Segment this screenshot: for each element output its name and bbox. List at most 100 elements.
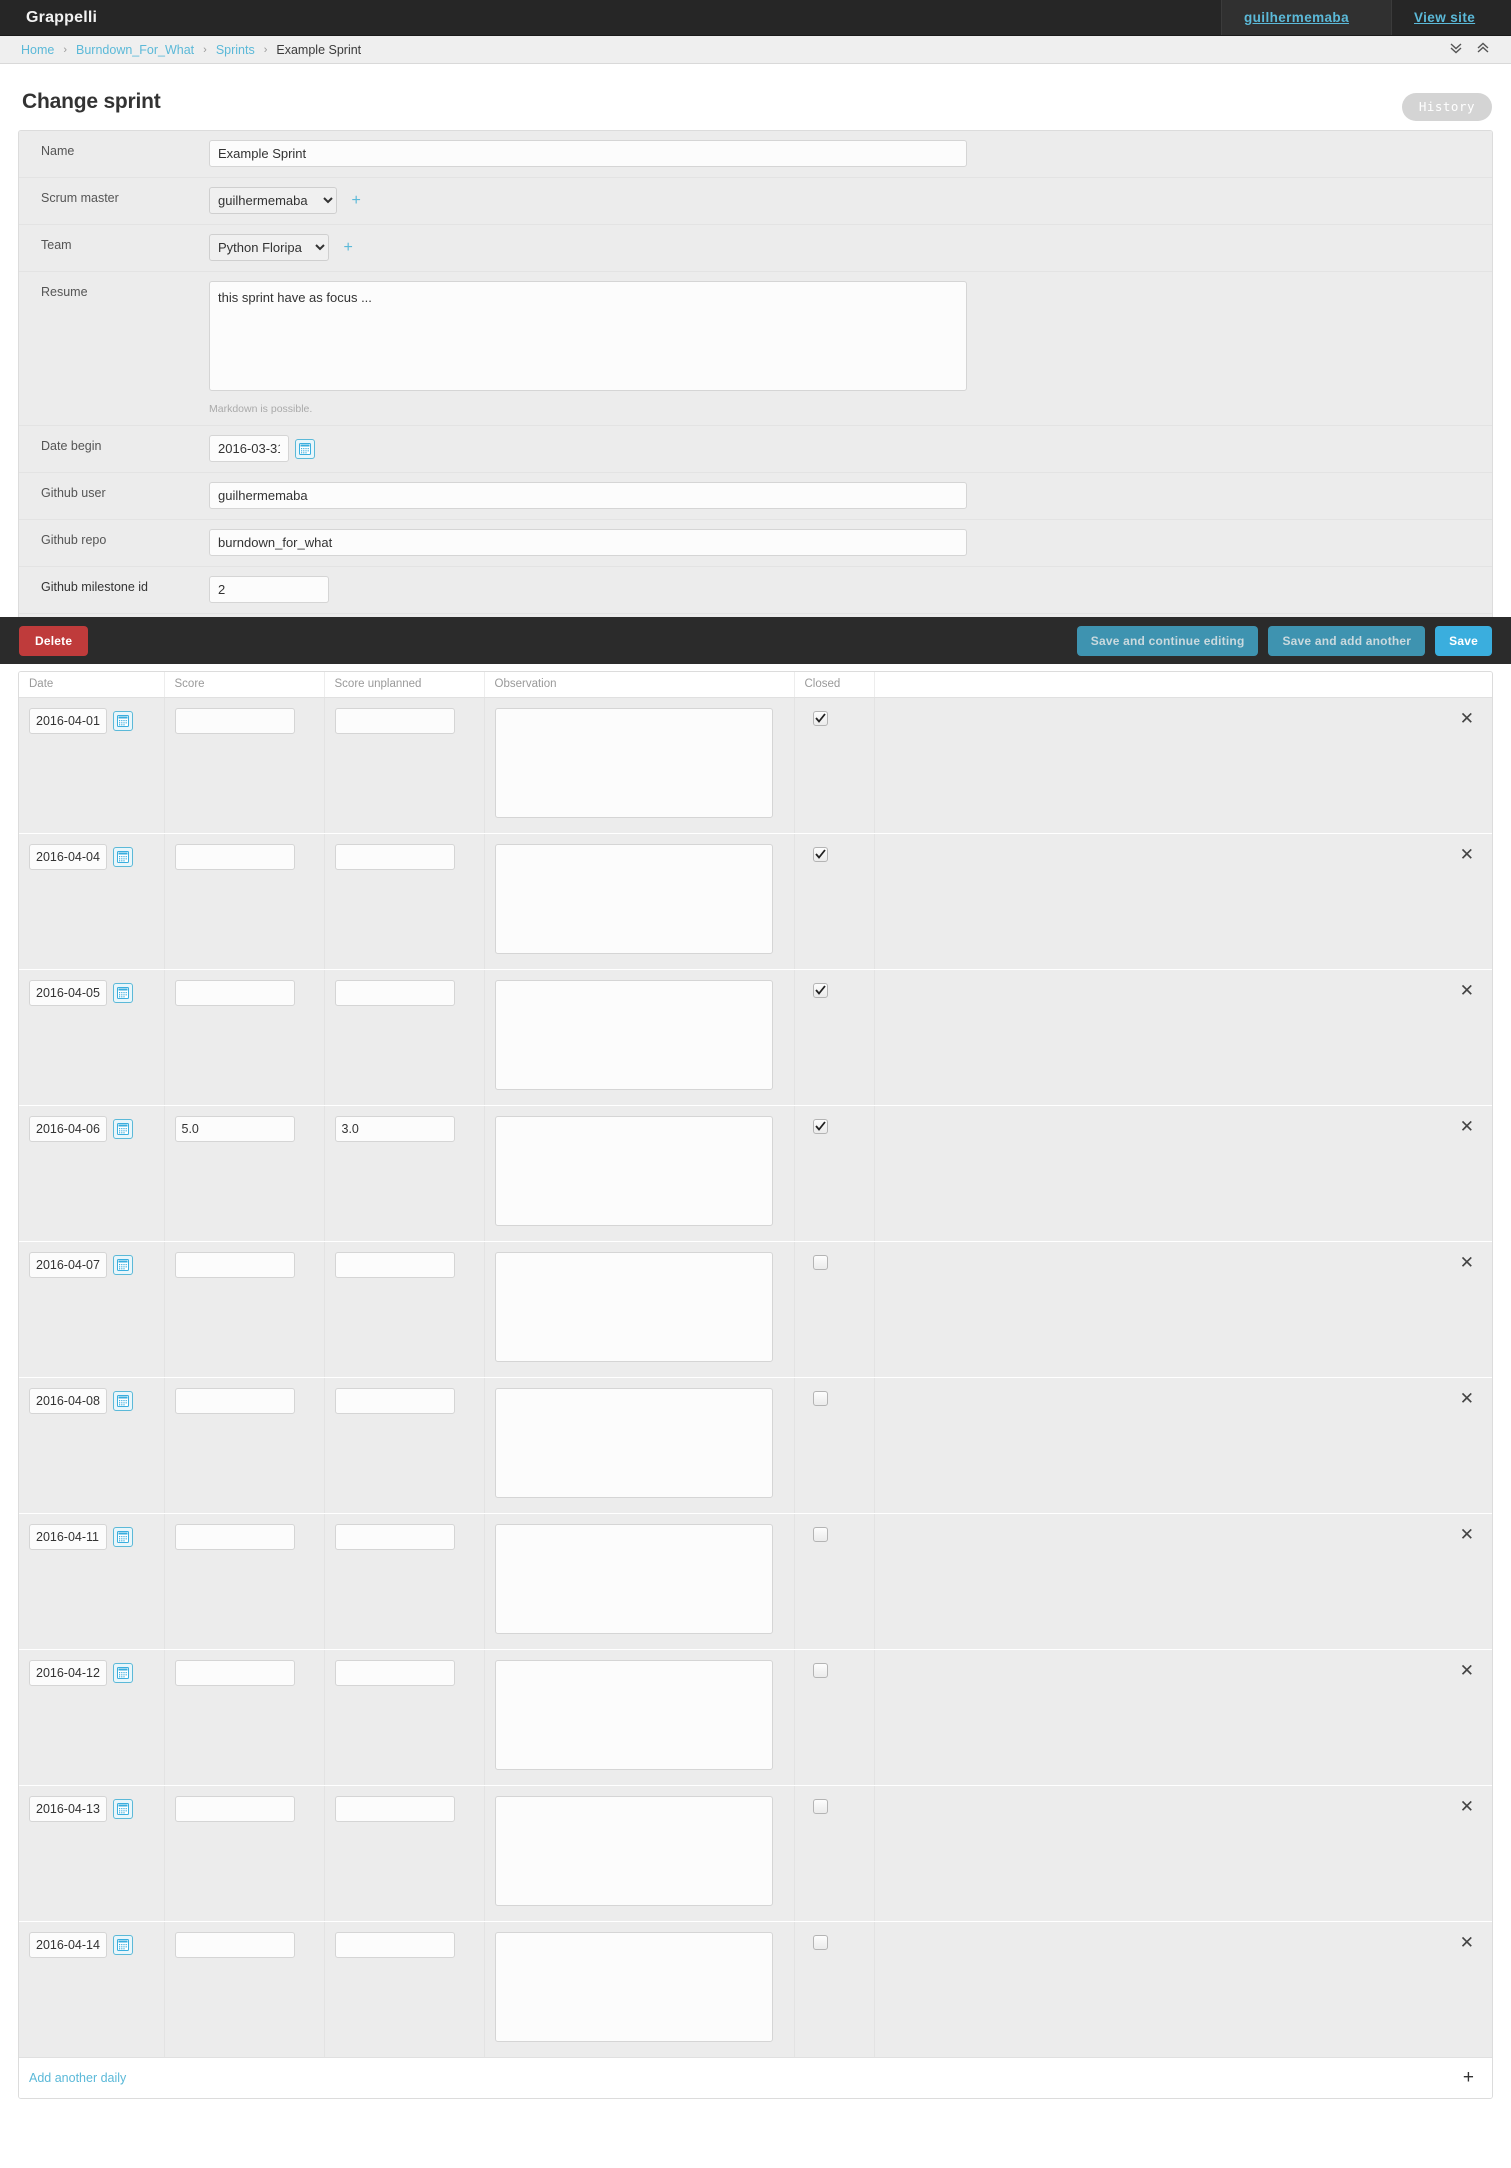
row-score-unplanned-input[interactable]	[334, 1524, 455, 1550]
close-icon[interactable]: ✕	[1460, 1934, 1474, 1951]
add-another-daily-link[interactable]: Add another daily	[29, 2071, 126, 2085]
calendar-icon[interactable]	[295, 438, 315, 459]
row-date-input[interactable]	[29, 708, 107, 734]
row-date-input[interactable]	[29, 1796, 107, 1822]
row-score-input[interactable]	[174, 980, 295, 1006]
chevron-double-down-icon[interactable]	[1449, 41, 1463, 58]
row-date-input[interactable]	[29, 1524, 107, 1550]
close-icon[interactable]: ✕	[1460, 846, 1474, 863]
history-button[interactable]: History	[1401, 93, 1492, 121]
row-score-input[interactable]	[174, 1388, 295, 1414]
row-observation-textarea[interactable]	[494, 980, 773, 1090]
breadcrumb-item-app[interactable]: Burndown_For_What	[76, 43, 194, 57]
row-date-input[interactable]	[29, 1252, 107, 1278]
date-begin-group	[209, 435, 315, 462]
row-score-unplanned-input[interactable]	[334, 1932, 455, 1958]
row-score-unplanned-input[interactable]	[334, 1116, 455, 1142]
close-icon[interactable]: ✕	[1460, 1254, 1474, 1271]
row-score-unplanned-input[interactable]	[334, 1388, 455, 1414]
close-icon[interactable]: ✕	[1460, 710, 1474, 727]
row-closed-checkbox[interactable]	[812, 1255, 828, 1270]
calendar-icon[interactable]	[113, 1255, 133, 1275]
row-score-unplanned-input[interactable]	[334, 844, 455, 870]
save-and-continue-button[interactable]: Save and continue editing	[1076, 625, 1259, 656]
cell-score-unplanned	[324, 1921, 485, 2057]
add-scrum-master-link[interactable]: +	[351, 192, 360, 209]
row-closed-checkbox[interactable]	[812, 711, 828, 726]
row-date-input[interactable]	[29, 1116, 107, 1142]
close-icon[interactable]: ✕	[1460, 1526, 1474, 1543]
row-score-unplanned-input[interactable]	[334, 1796, 455, 1822]
row-score-input[interactable]	[174, 844, 295, 870]
calendar-icon[interactable]	[113, 1935, 133, 1955]
calendar-icon[interactable]	[113, 1663, 133, 1683]
calendar-icon[interactable]	[113, 983, 133, 1003]
close-icon[interactable]: ✕	[1460, 982, 1474, 999]
row-observation-textarea[interactable]	[494, 1252, 773, 1362]
resume-textarea[interactable]: this sprint have as focus ...	[209, 281, 967, 391]
row-score-input[interactable]	[174, 708, 295, 734]
scrum-master-select[interactable]: guilhermemaba	[209, 187, 337, 214]
row-closed-checkbox[interactable]	[812, 983, 828, 998]
row-observation-textarea[interactable]	[494, 1388, 773, 1498]
save-and-add-another-button[interactable]: Save and add another	[1268, 625, 1426, 656]
row-observation-textarea[interactable]	[494, 1524, 773, 1634]
row-score-input[interactable]	[174, 1524, 295, 1550]
row-score-unplanned-input[interactable]	[334, 708, 455, 734]
row-date-input[interactable]	[29, 980, 107, 1006]
close-icon[interactable]: ✕	[1460, 1390, 1474, 1407]
row-observation-textarea[interactable]	[494, 708, 773, 818]
row-score-unplanned-input[interactable]	[334, 1252, 455, 1278]
github-milestone-id-input[interactable]	[209, 576, 329, 603]
row-score-input[interactable]	[174, 1796, 295, 1822]
daily-header-row: Date Score Score unplanned Observation C…	[19, 672, 1492, 698]
add-team-link[interactable]: +	[343, 239, 352, 256]
calendar-icon[interactable]	[113, 1119, 133, 1139]
row-observation-textarea[interactable]	[494, 1796, 773, 1906]
row-closed-checkbox[interactable]	[812, 1799, 828, 1814]
row-date-input[interactable]	[29, 844, 107, 870]
date-begin-input[interactable]	[209, 435, 289, 462]
row-date-input[interactable]	[29, 1660, 107, 1686]
plus-icon[interactable]: +	[1463, 2068, 1474, 2087]
cell-date	[19, 833, 165, 970]
row-closed-checkbox[interactable]	[812, 1391, 828, 1406]
row-closed-checkbox[interactable]	[812, 1119, 828, 1134]
github-user-input[interactable]	[209, 482, 967, 509]
cell-actions: ✕	[874, 1377, 1492, 1514]
row-score-input[interactable]	[174, 1252, 295, 1278]
close-icon[interactable]: ✕	[1460, 1798, 1474, 1815]
row-score-input[interactable]	[174, 1660, 295, 1686]
name-input[interactable]	[209, 140, 967, 167]
row-closed-checkbox[interactable]	[812, 1527, 828, 1542]
calendar-icon[interactable]	[113, 1391, 133, 1411]
row-observation-textarea[interactable]	[494, 1932, 773, 2042]
row-date-input[interactable]	[29, 1932, 107, 1958]
close-icon[interactable]: ✕	[1460, 1662, 1474, 1679]
row-score-input[interactable]	[174, 1116, 295, 1142]
breadcrumb-item-home[interactable]: Home	[21, 43, 54, 57]
calendar-icon[interactable]	[113, 1527, 133, 1547]
row-date-input[interactable]	[29, 1388, 107, 1414]
breadcrumb-item-sprints[interactable]: Sprints	[216, 43, 255, 57]
row-observation-textarea[interactable]	[494, 1116, 773, 1226]
delete-button[interactable]: Delete	[19, 625, 89, 656]
row-closed-checkbox[interactable]	[812, 847, 828, 862]
row-closed-checkbox[interactable]	[812, 1935, 828, 1950]
nav-user-link[interactable]: guilhermemaba	[1221, 0, 1391, 35]
save-button[interactable]: Save	[1435, 625, 1492, 656]
calendar-icon[interactable]	[113, 711, 133, 731]
calendar-icon[interactable]	[113, 1799, 133, 1819]
row-score-unplanned-input[interactable]	[334, 980, 455, 1006]
team-select[interactable]: Python Floripa	[209, 234, 329, 261]
chevron-double-up-icon[interactable]	[1476, 41, 1490, 58]
close-icon[interactable]: ✕	[1460, 1118, 1474, 1135]
github-repo-input[interactable]	[209, 529, 967, 556]
nav-view-site-link[interactable]: View site	[1391, 0, 1511, 35]
row-score-input[interactable]	[174, 1932, 295, 1958]
row-observation-textarea[interactable]	[494, 844, 773, 954]
row-score-unplanned-input[interactable]	[334, 1660, 455, 1686]
row-closed-checkbox[interactable]	[812, 1663, 828, 1678]
calendar-icon[interactable]	[113, 847, 133, 867]
row-observation-textarea[interactable]	[494, 1660, 773, 1770]
